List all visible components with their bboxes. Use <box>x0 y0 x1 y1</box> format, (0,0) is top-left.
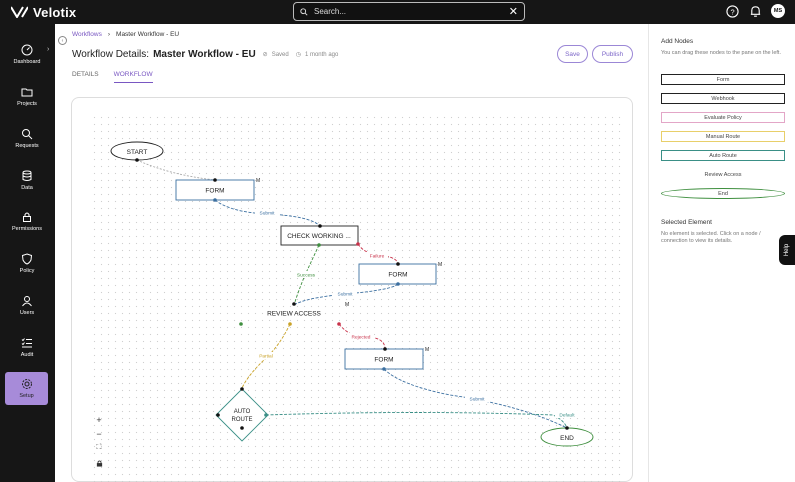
help-label: Help <box>784 243 790 257</box>
palette-node-manual-route[interactable]: Manual Route <box>661 131 785 142</box>
palette-node-form[interactable]: Form <box>661 74 785 85</box>
edge-auto-end[interactable] <box>265 412 568 429</box>
node-form[interactable]: FORM M <box>344 347 429 371</box>
palette-node-auto-route[interactable]: Auto Route <box>661 150 785 161</box>
palette-node-review-access[interactable]: Review Access <box>661 169 785 180</box>
node-auto-route[interactable]: AUTO ROUTE <box>215 387 269 442</box>
node-form[interactable]: FORM M <box>358 262 442 286</box>
node-start[interactable]: START <box>110 141 164 162</box>
selected-element-description: No element is selected. Click on a node … <box>661 231 761 245</box>
edge-label-success: Success <box>297 273 316 279</box>
edge-label-submit: Submit <box>338 292 354 298</box>
lock-icon <box>96 460 102 467</box>
node-check-working[interactable]: CHECK WORKING ... <box>280 224 360 247</box>
selected-element-title: Selected Element <box>661 219 712 226</box>
edge-label-partial: Partial <box>259 354 273 360</box>
node-label: START <box>127 149 148 156</box>
edge-label-submit: Submit <box>260 211 276 217</box>
node-form[interactable]: FORM M <box>175 178 260 202</box>
edge-label-default: Default <box>559 413 575 419</box>
zoom-in-button[interactable]: + <box>93 414 105 426</box>
node-label: AUTO <box>234 409 251 415</box>
add-nodes-title: Add Nodes <box>661 38 694 45</box>
node-label: ROUTE <box>232 417 253 423</box>
zoom-out-button[interactable]: − <box>93 428 105 440</box>
node-badge: M <box>438 262 442 268</box>
node-label: CHECK WORKING ... <box>287 233 351 240</box>
edge-label-submit: Submit <box>470 397 486 403</box>
palette-node-end[interactable]: End <box>661 188 785 199</box>
edge-label-rejected: Rejected <box>352 335 371 341</box>
node-label: END <box>560 435 574 442</box>
node-badge: M <box>425 347 429 353</box>
node-end[interactable]: END <box>540 426 594 447</box>
fit-view-button[interactable]: ⛶ <box>93 442 105 454</box>
node-label: FORM <box>388 272 407 279</box>
node-review-access[interactable]: REVIEW ACCESS M <box>239 302 349 326</box>
help-tab[interactable]: Help <box>779 235 795 265</box>
node-label: FORM <box>374 357 393 364</box>
node-badge: M <box>345 302 349 308</box>
palette-node-webhook[interactable]: Webhook <box>661 93 785 104</box>
node-label: REVIEW ACCESS <box>267 311 321 318</box>
edge-start-form[interactable] <box>136 159 216 181</box>
node-badge: M <box>256 178 260 184</box>
node-label: FORM <box>205 188 224 195</box>
palette-node-evaluate-policy[interactable]: Evaluate Policy <box>661 112 785 123</box>
add-nodes-description: You can drag these nodes to the pane on … <box>661 50 781 56</box>
lock-view-button[interactable] <box>93 457 105 469</box>
edge-label-failure: Failure <box>370 254 385 260</box>
